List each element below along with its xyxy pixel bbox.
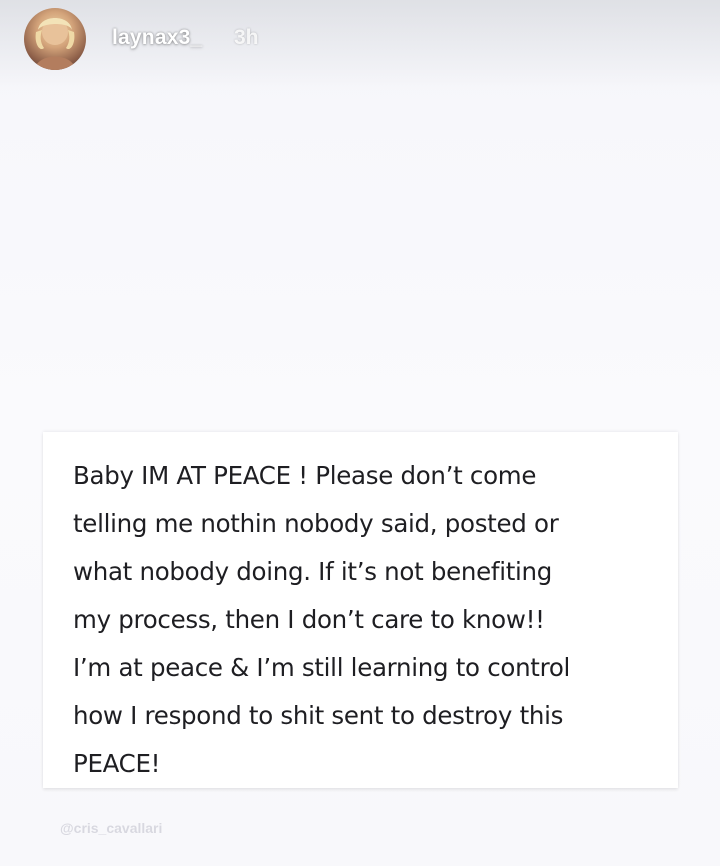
watermark: @cris_cavallari — [60, 820, 163, 836]
story-header: laynax3_ 3h — [0, 0, 720, 90]
post-text: Baby IM AT PEACE ! Please don’t come tel… — [73, 461, 571, 778]
post-card: Baby IM AT PEACE ! Please don’t come tel… — [43, 432, 678, 788]
profile-avatar[interactable] — [24, 8, 86, 70]
username[interactable]: laynax3_ — [112, 26, 202, 50]
timestamp: 3h — [234, 26, 259, 49]
avatar-icon — [34, 18, 76, 70]
